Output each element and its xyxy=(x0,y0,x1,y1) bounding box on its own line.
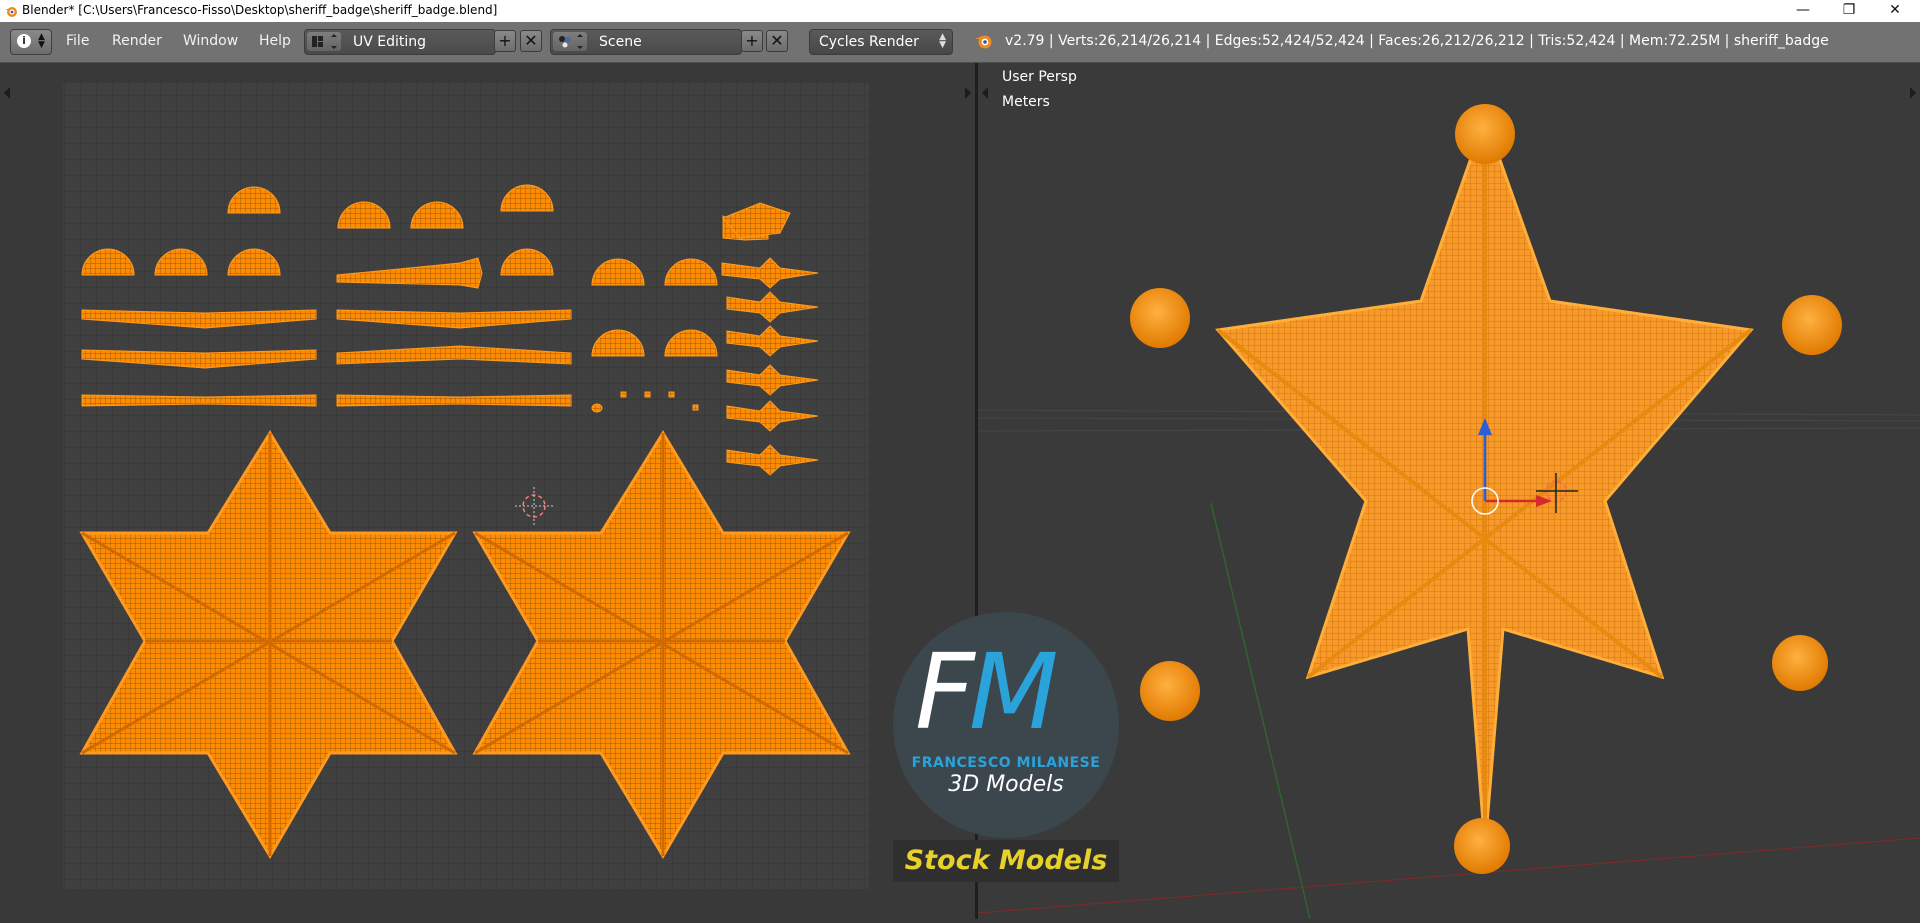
blender-logo-icon xyxy=(975,35,992,49)
add-scene-button[interactable]: + xyxy=(741,30,763,52)
remove-layout-button[interactable]: ✕ xyxy=(520,30,542,52)
layout-icon xyxy=(307,32,341,51)
view-name-label: User Persp xyxy=(1002,69,1077,85)
toolshelf-toggle-icon[interactable] xyxy=(4,87,10,99)
render-engine-select[interactable]: Cycles Render ▲ ▼ xyxy=(809,29,953,55)
menu-file[interactable]: File xyxy=(66,33,89,49)
toolshelf-toggle-icon[interactable] xyxy=(982,87,988,99)
x-axis-line xyxy=(977,837,1920,914)
updown-arrow-icon: ▲ ▼ xyxy=(38,32,45,50)
fm-logo-badge: FM FRANCESCO MILANESE 3D Models xyxy=(893,612,1119,838)
info-icon: i xyxy=(17,34,31,48)
y-axis-line xyxy=(1210,502,1311,920)
3d-viewport[interactable]: User Persp Meters xyxy=(977,63,1920,920)
add-layout-button[interactable]: + xyxy=(494,30,516,52)
window-titlebar: Blender* [C:\Users\Francesco-Fisso\Deskt… xyxy=(0,0,1920,22)
minimize-button[interactable]: — xyxy=(1780,0,1826,22)
fm-monogram: FM xyxy=(915,631,1059,753)
window-title: Blender* [C:\Users\Francesco-Fisso\Deskt… xyxy=(22,3,498,17)
logo-tagline: 3D Models xyxy=(948,772,1064,797)
uv-grid xyxy=(63,83,869,889)
screen-layout-field[interactable]: UV Editing xyxy=(304,29,496,55)
properties-toggle-icon[interactable] xyxy=(965,87,971,99)
scene-name: Scene xyxy=(599,34,642,50)
properties-toggle-icon[interactable] xyxy=(1910,87,1916,99)
uv-canvas[interactable] xyxy=(0,63,975,919)
uv-image-editor[interactable] xyxy=(0,63,975,919)
close-window-button[interactable]: ✕ xyxy=(1872,0,1918,22)
author-name: FRANCESCO MILANESE xyxy=(911,755,1101,771)
viewport-canvas[interactable] xyxy=(977,63,1920,920)
updown-arrow-icon: ▲ ▼ xyxy=(939,32,946,50)
screen-layout-icon xyxy=(312,34,337,49)
menu-help[interactable]: Help xyxy=(259,33,291,49)
scene-statistics: v2.79 | Verts:26,214/26,214 | Edges:52,4… xyxy=(1005,33,1829,49)
render-engine-name: Cycles Render xyxy=(819,34,919,50)
scene-icon xyxy=(553,32,587,51)
remove-scene-button[interactable]: ✕ xyxy=(766,30,788,52)
stock-models-banner: Stock Models xyxy=(893,840,1119,882)
screen-layout-name: UV Editing xyxy=(353,34,427,50)
menu-render[interactable]: Render xyxy=(112,33,162,49)
menu-window[interactable]: Window xyxy=(183,33,238,49)
editor-type-selector[interactable]: i ▲ ▼ xyxy=(10,29,52,55)
scene-objects-icon xyxy=(559,34,583,49)
units-label: Meters xyxy=(1002,94,1050,110)
blender-logo-icon xyxy=(5,7,17,17)
maximize-button[interactable]: ❐ xyxy=(1826,0,1872,22)
info-header: i ▲ ▼ File Render Window Help UV Editing … xyxy=(0,22,1920,63)
scene-field[interactable]: Scene xyxy=(550,29,742,55)
